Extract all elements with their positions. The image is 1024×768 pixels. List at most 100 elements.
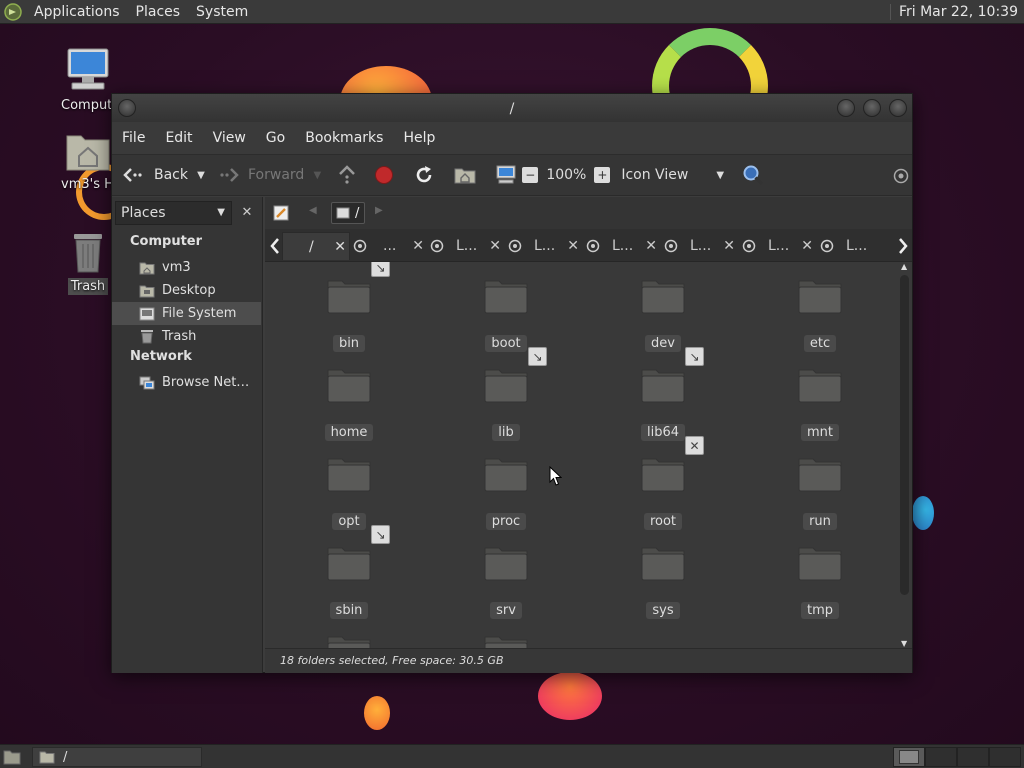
close-button[interactable] <box>889 99 907 117</box>
tab-7[interactable]: L... ✕ <box>740 232 816 260</box>
path-right-arrow-icon[interactable]: ▶ <box>375 205 383 216</box>
folder-etc[interactable]: etc <box>775 278 865 352</box>
sidebar-mode-label: Places <box>121 205 166 221</box>
folder-srv[interactable]: srv <box>461 545 551 619</box>
symlink-emblem-icon: ↘ <box>371 262 390 277</box>
folder-lib[interactable]: ↘ lib <box>461 347 551 441</box>
folder-sbin[interactable]: ↘ sbin <box>304 525 394 619</box>
path-left-arrow-icon[interactable]: ◀ <box>309 205 317 216</box>
folder-icon <box>641 367 685 403</box>
drive-icon <box>336 207 350 219</box>
sidebar-item-vm3[interactable]: vm3 <box>112 256 261 279</box>
menu-help[interactable]: Help <box>393 130 445 146</box>
menu-view[interactable]: View <box>203 130 256 146</box>
back-history-dropdown-icon[interactable]: ▼ <box>188 170 214 181</box>
workspace-switcher[interactable] <box>893 747 1021 767</box>
close-sidebar-button[interactable]: ✕ <box>235 201 259 225</box>
show-desktop-icon[interactable] <box>2 748 22 766</box>
computer-icon[interactable] <box>486 159 526 191</box>
sidebar-mode-select[interactable]: Places ▼ <box>115 201 232 225</box>
tab-close-icon[interactable]: ✕ <box>801 238 813 254</box>
tab-close-icon[interactable]: ✕ <box>412 238 424 254</box>
folder-label: root <box>643 513 683 530</box>
tab-3[interactable]: L... ✕ <box>428 232 504 260</box>
window-menu-button[interactable] <box>118 99 136 117</box>
places-menu[interactable]: Places <box>128 0 189 24</box>
stop-icon[interactable] <box>364 159 404 191</box>
computer-icon <box>64 46 112 94</box>
sidebar-item-trash[interactable]: Trash <box>112 325 261 348</box>
scroll-up-arrow-icon[interactable]: ▲ <box>901 262 907 271</box>
tab-close-icon[interactable]: ✕ <box>567 238 579 254</box>
folder-bin[interactable]: ↘ bin <box>304 262 394 352</box>
menu-edit[interactable]: Edit <box>155 130 202 146</box>
tab-close-icon[interactable]: ✕ <box>334 239 346 255</box>
tab-5[interactable]: L... ✕ <box>584 232 660 260</box>
vertical-scrollbar[interactable]: ▲ ▼ <box>898 262 912 648</box>
folder-home[interactable]: home <box>304 367 394 441</box>
back-arrow-icon <box>120 167 146 183</box>
tab-root[interactable]: / ✕ <box>282 232 350 260</box>
up-icon[interactable] <box>330 159 364 191</box>
menu-bookmarks[interactable]: Bookmarks <box>295 130 393 146</box>
menu-go[interactable]: Go <box>256 130 295 146</box>
sidebar-item-label: Browse Net… <box>162 375 250 390</box>
tab-2[interactable]: ... ✕ <box>351 232 427 260</box>
system-menu[interactable]: System <box>188 0 256 24</box>
workspace-1[interactable] <box>893 747 925 767</box>
sidebar-item-desktop[interactable]: Desktop <box>112 279 261 302</box>
tab-close-icon[interactable]: ✕ <box>723 238 735 254</box>
applications-menu[interactable]: Applications <box>26 0 128 24</box>
sidebar-item-browse-network[interactable]: Browse Net… <box>112 371 261 394</box>
tab-8[interactable]: L... <box>818 232 894 260</box>
clock[interactable]: Fri Mar 22, 10:39 <box>889 3 1024 20</box>
forward-button[interactable]: Forward <box>216 159 304 191</box>
tabs-scroll-right-icon[interactable] <box>896 235 910 257</box>
tab-close-icon[interactable]: ✕ <box>489 238 501 254</box>
workspace-2[interactable] <box>925 747 957 767</box>
folder-boot[interactable]: boot <box>461 278 551 352</box>
forward-arrow-icon <box>216 167 242 183</box>
distro-logo-icon[interactable] <box>0 0 26 24</box>
folder-run[interactable]: run <box>775 456 865 530</box>
edit-location-icon[interactable] <box>271 203 291 223</box>
folder-mnt[interactable]: mnt <box>775 367 865 441</box>
view-mode-select[interactable]: Icon View <box>621 167 688 183</box>
folder-icon-view[interactable]: ↘ bin boot dev etc home ↘ lib ↘ lib64 mnt opt proc ✕ r… <box>265 262 912 648</box>
workspace-4[interactable] <box>989 747 1021 767</box>
folder-root[interactable]: ✕ root <box>618 436 708 530</box>
tab-4[interactable]: L... ✕ <box>506 232 582 260</box>
forward-history-dropdown-icon[interactable]: ▼ <box>304 170 330 181</box>
scrollbar-thumb[interactable] <box>900 275 909 595</box>
folder-opt[interactable]: opt <box>304 456 394 530</box>
scroll-down-arrow-icon[interactable]: ▼ <box>901 639 907 648</box>
path-button-root[interactable]: / <box>331 202 365 224</box>
tab-close-icon[interactable]: ✕ <box>645 238 657 254</box>
minimize-button[interactable] <box>837 99 855 117</box>
sidebar-item-file-system[interactable]: File System <box>112 302 261 325</box>
decor-teal-blob <box>912 496 934 530</box>
view-mode-dropdown-icon[interactable]: ▼ <box>710 170 730 181</box>
workspace-3[interactable] <box>957 747 989 767</box>
zoom-out-icon[interactable]: − <box>522 167 539 183</box>
home-icon[interactable] <box>444 159 486 191</box>
reload-icon[interactable] <box>404 159 444 191</box>
maximize-button[interactable] <box>863 99 881 117</box>
folder-tmp[interactable]: tmp <box>775 545 865 619</box>
taskbar-item-file-manager[interactable]: / <box>32 747 202 767</box>
tabs-scroll-left-icon[interactable] <box>268 235 282 257</box>
zoom-in-icon[interactable]: + <box>594 167 611 183</box>
menu-file[interactable]: File <box>112 130 155 146</box>
tab-6[interactable]: L... ✕ <box>662 232 738 260</box>
folder-sys[interactable]: sys <box>618 545 708 619</box>
folder-proc[interactable]: proc <box>461 456 551 530</box>
folder-dev[interactable]: dev <box>618 278 708 352</box>
search-icon[interactable] <box>742 164 764 186</box>
desktop-icon-label: vm3's Home <box>61 177 118 192</box>
back-button[interactable]: Back <box>120 159 188 191</box>
folder-lib64[interactable]: ↘ lib64 <box>618 347 708 441</box>
window-titlebar[interactable]: / <box>112 94 912 122</box>
sidebar-section-network: Network <box>130 349 192 364</box>
tab-label: L... <box>768 238 790 254</box>
no-access-emblem-icon: ✕ <box>685 436 704 455</box>
